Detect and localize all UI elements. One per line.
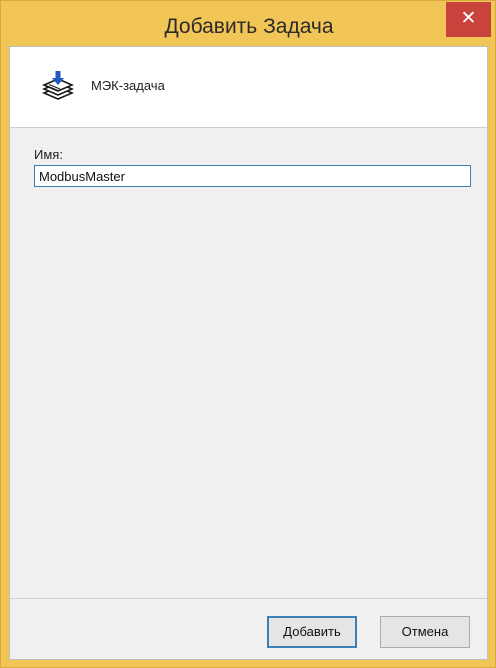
- add-task-dialog: Добавить Задача ✕ МЭК-задача Имя: Добави…: [0, 0, 496, 668]
- stack-download-icon: [41, 71, 75, 100]
- task-type-header: МЭК-задача: [10, 47, 487, 128]
- add-button[interactable]: Добавить: [267, 616, 357, 648]
- close-button[interactable]: ✕: [446, 2, 491, 37]
- cancel-button[interactable]: Отмена: [380, 616, 470, 648]
- name-label: Имя:: [34, 147, 63, 162]
- footer-divider: [10, 598, 487, 599]
- window-title: Добавить Задача: [164, 15, 334, 38]
- name-input[interactable]: [34, 165, 471, 187]
- close-icon: ✕: [460, 8, 477, 29]
- task-type-label: МЭК-задача: [91, 78, 165, 93]
- dialog-content: МЭК-задача Имя: Добавить Отмена: [9, 46, 488, 660]
